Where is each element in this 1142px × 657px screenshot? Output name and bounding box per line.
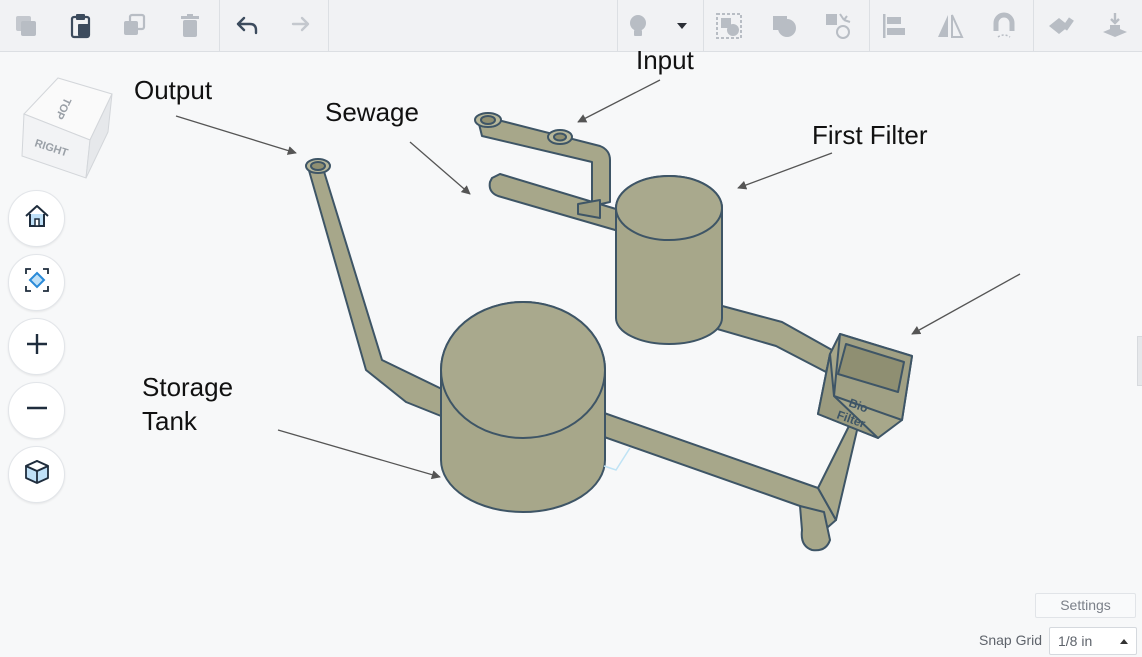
magnet-icon[interactable] [984, 6, 1024, 46]
label-output: Output [134, 75, 213, 105]
delete-icon[interactable] [170, 6, 210, 46]
home-view-button[interactable] [8, 190, 65, 247]
paste-icon[interactable] [60, 6, 100, 46]
arrow-storage-tank [277, 429, 441, 480]
zoom-out-button[interactable] [8, 382, 65, 439]
view-cube[interactable]: TOP RIGHT [18, 72, 118, 182]
perspective-cube-icon [22, 457, 52, 492]
arrow-input [577, 79, 661, 123]
3d-model-scene[interactable]: Bio Filter [0, 53, 1142, 657]
output-pipe [307, 164, 449, 419]
toolbar-divider [869, 0, 870, 52]
align-icon[interactable] [874, 6, 914, 46]
dropdown-caret-icon[interactable] [664, 6, 700, 46]
zoom-in-button[interactable] [8, 318, 65, 375]
settings-button[interactable]: Settings [1035, 593, 1136, 618]
label-input: Input [636, 45, 694, 75]
arrow-bio-filter [911, 273, 1021, 335]
ungroup-icon[interactable] [818, 6, 858, 46]
main-toolbar [0, 0, 1142, 52]
duplicate-icon[interactable] [114, 6, 154, 46]
undo-icon[interactable] [226, 6, 266, 46]
home-icon [22, 201, 52, 236]
arrow-output [175, 115, 297, 155]
mirror-icon[interactable] [930, 6, 970, 46]
solid-hole-icon[interactable] [764, 6, 804, 46]
side-panel-tab[interactable] [1137, 336, 1142, 386]
lightbulb-icon[interactable] [618, 6, 658, 46]
group-icon[interactable] [709, 6, 749, 46]
fit-view-button[interactable] [8, 254, 65, 311]
arrow-sewage [409, 141, 471, 195]
arrow-first-filter [737, 152, 833, 190]
workplane-icon[interactable] [1041, 6, 1081, 46]
snap-grid-label: Snap Grid [979, 632, 1043, 648]
label-tank: Tank [142, 406, 197, 436]
toolbar-divider [703, 0, 704, 52]
storage-outlet-pipe [589, 407, 837, 535]
label-sewage: Sewage [325, 97, 419, 127]
drop-icon[interactable] [1095, 6, 1135, 46]
toolbar-divider [219, 0, 220, 52]
label-first-filter: First Filter [812, 120, 928, 150]
snap-grid-value: 1/8 in [1058, 633, 1093, 649]
snap-grid-select[interactable]: 1/8 in [1049, 627, 1137, 655]
label-storage: Storage [142, 372, 234, 402]
workplane-canvas[interactable]: Bio Filter Output Sewage Input First Fil… [0, 45, 1142, 657]
zoom-in-icon [24, 331, 50, 362]
toolbar-divider [328, 0, 329, 52]
caret-up-icon [1120, 639, 1128, 644]
copy-icon[interactable] [6, 6, 46, 46]
perspective-toggle-button[interactable] [8, 446, 65, 503]
fit-view-icon [22, 265, 52, 300]
toolbar-divider [1033, 0, 1034, 52]
redo-icon[interactable] [280, 6, 320, 46]
zoom-out-icon [24, 395, 50, 426]
